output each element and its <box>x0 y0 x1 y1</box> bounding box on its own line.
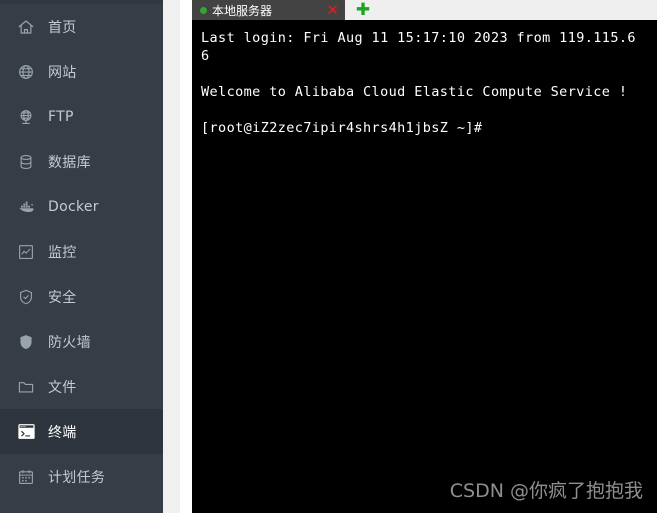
shield-check-icon <box>16 287 36 307</box>
monitor-icon <box>16 242 36 262</box>
sidebar-item-security[interactable]: 安全 <box>0 274 163 319</box>
terminal-output[interactable]: Last login: Fri Aug 11 15:17:10 2023 fro… <box>192 20 657 513</box>
green-dot-icon <box>200 6 207 14</box>
terminal-prompt: [root@iZ2zec7ipir4shrs4h1jbsZ ~]# <box>201 120 483 136</box>
sidebar-item-monitor[interactable]: 监控 <box>0 229 163 274</box>
sidebar-item-label: 防火墙 <box>48 334 91 351</box>
app-root: 首页 网站 FTP 数据库 Docker 监控 安全 防火墙 文件 终端 计划任… <box>0 0 657 513</box>
sidebar-item-label: 终端 <box>48 424 77 441</box>
ftp-icon <box>16 107 36 127</box>
folder-icon <box>16 377 36 397</box>
sidebar-item-label: FTP <box>48 108 74 125</box>
calendar-icon <box>16 467 36 487</box>
content-left-padding <box>180 0 192 513</box>
sidebar-item-database[interactable]: 数据库 <box>0 139 163 184</box>
content-left-gutter <box>163 0 180 513</box>
home-icon <box>16 17 36 37</box>
database-icon <box>16 152 36 172</box>
add-tab-button[interactable]: ✚ <box>345 0 381 20</box>
sidebar-item-label: 文件 <box>48 379 77 396</box>
close-icon[interactable]: ✕ <box>326 2 339 18</box>
sidebar-item-ftp[interactable]: FTP <box>0 94 163 139</box>
terminal-icon <box>16 422 36 442</box>
sidebar-item-label: 网站 <box>48 64 77 81</box>
sidebar-item-label: 计划任务 <box>48 469 106 486</box>
terminal-tab-local-server[interactable]: 本地服务器 ✕ <box>192 0 345 20</box>
terminal-tab-label: 本地服务器 <box>212 3 273 18</box>
globe-icon <box>16 62 36 82</box>
sidebar-item-firewall[interactable]: 防火墙 <box>0 319 163 364</box>
sidebar-item-home[interactable]: 首页 <box>0 4 163 49</box>
sidebar: 首页 网站 FTP 数据库 Docker 监控 安全 防火墙 文件 终端 计划任… <box>0 0 163 513</box>
shield-solid-icon <box>16 332 36 352</box>
sidebar-item-cron[interactable]: 计划任务 <box>0 454 163 499</box>
plus-icon: ✚ <box>355 0 371 20</box>
sidebar-item-label: 数据库 <box>48 154 91 171</box>
docker-icon <box>16 197 36 217</box>
sidebar-item-docker[interactable]: Docker <box>0 184 163 229</box>
terminal-line: Last login: Fri Aug 11 15:17:10 2023 fro… <box>201 30 636 46</box>
sidebar-item-label: 安全 <box>48 289 77 306</box>
sidebar-item-label: 首页 <box>48 19 77 36</box>
terminal-line: Welcome to Alibaba Cloud Elastic Compute… <box>201 84 628 100</box>
sidebar-item-label: Docker <box>48 198 99 215</box>
terminal-line: 6 <box>201 48 210 64</box>
sidebar-item-files[interactable]: 文件 <box>0 364 163 409</box>
watermark: CSDN @你疯了抱抱我 <box>449 480 643 502</box>
sidebar-item-label: 监控 <box>48 244 77 261</box>
sidebar-item-terminal[interactable]: 终端 <box>0 409 163 454</box>
sidebar-item-website[interactable]: 网站 <box>0 49 163 94</box>
terminal-panel: 本地服务器 ✕ ✚ Last login: Fri Aug 11 15:17:1… <box>192 0 657 513</box>
terminal-tab-bar: 本地服务器 ✕ ✚ <box>192 0 657 20</box>
